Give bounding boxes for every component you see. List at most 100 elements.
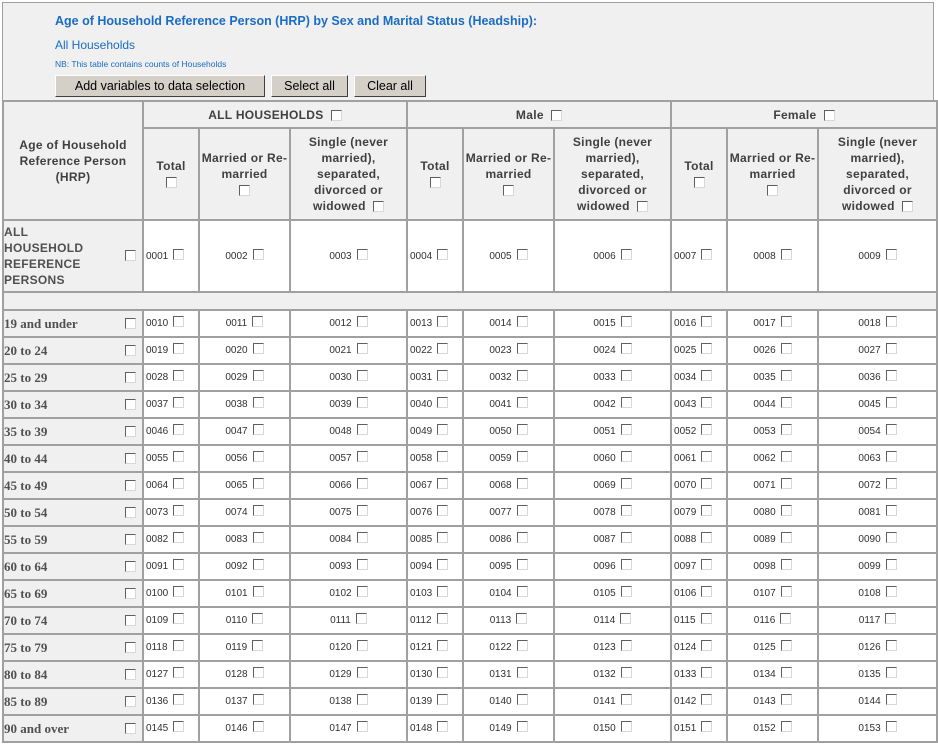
variable-checkbox[interactable]	[620, 559, 632, 571]
row-checkbox[interactable]	[125, 695, 136, 707]
variable-checkbox[interactable]	[173, 316, 185, 328]
row-checkbox[interactable]	[125, 506, 136, 518]
variable-checkbox[interactable]	[173, 343, 185, 355]
variable-checkbox[interactable]	[701, 694, 713, 706]
row-checkbox[interactable]	[125, 614, 136, 626]
variable-checkbox[interactable]	[620, 248, 632, 260]
clear-all-button[interactable]: Clear all	[354, 75, 426, 97]
variable-checkbox[interactable]	[252, 586, 264, 598]
variable-checkbox[interactable]	[172, 640, 184, 652]
select-all-button[interactable]: Select all	[271, 75, 348, 97]
variable-checkbox[interactable]	[173, 248, 185, 260]
column-checkbox[interactable]	[429, 177, 441, 189]
variable-checkbox[interactable]	[620, 424, 632, 436]
variable-checkbox[interactable]	[437, 721, 449, 733]
variable-checkbox[interactable]	[701, 424, 713, 436]
variable-checkbox[interactable]	[516, 248, 528, 260]
row-checkbox[interactable]	[125, 452, 136, 464]
row-checkbox[interactable]	[125, 371, 136, 383]
variable-checkbox[interactable]	[516, 694, 528, 706]
variable-checkbox[interactable]	[356, 586, 368, 598]
variable-checkbox[interactable]	[173, 586, 185, 598]
variable-checkbox[interactable]	[885, 424, 897, 436]
variable-checkbox[interactable]	[252, 424, 264, 436]
variable-checkbox[interactable]	[173, 721, 185, 733]
variable-checkbox[interactable]	[620, 397, 632, 409]
variable-checkbox[interactable]	[701, 370, 713, 382]
variable-checkbox[interactable]	[356, 248, 368, 260]
variable-checkbox[interactable]	[516, 721, 528, 733]
variable-checkbox[interactable]	[436, 613, 448, 625]
variable-checkbox[interactable]	[885, 316, 897, 328]
variable-checkbox[interactable]	[173, 424, 185, 436]
variable-checkbox[interactable]	[701, 343, 713, 355]
variable-checkbox[interactable]	[701, 640, 713, 652]
variable-checkbox[interactable]	[701, 248, 713, 260]
variable-checkbox[interactable]	[356, 478, 368, 490]
variable-checkbox[interactable]	[356, 721, 368, 733]
column-checkbox[interactable]	[637, 201, 649, 213]
variable-checkbox[interactable]	[252, 694, 264, 706]
variable-checkbox[interactable]	[885, 343, 897, 355]
variable-checkbox[interactable]	[437, 559, 449, 571]
variable-checkbox[interactable]	[173, 613, 185, 625]
variable-checkbox[interactable]	[701, 316, 713, 328]
variable-checkbox[interactable]	[252, 478, 264, 490]
variable-checkbox[interactable]	[355, 613, 367, 625]
add-variables-button[interactable]: Add variables to data selection	[55, 75, 265, 97]
variable-checkbox[interactable]	[437, 640, 449, 652]
column-checkbox[interactable]	[767, 185, 779, 197]
variable-checkbox[interactable]	[356, 424, 368, 436]
variable-checkbox[interactable]	[356, 667, 368, 679]
row-checkbox[interactable]	[125, 250, 136, 261]
variable-checkbox[interactable]	[516, 316, 528, 328]
variable-checkbox[interactable]	[701, 667, 713, 679]
variable-checkbox[interactable]	[620, 451, 632, 463]
variable-checkbox[interactable]	[437, 248, 449, 260]
column-checkbox[interactable]	[165, 177, 177, 189]
variable-checkbox[interactable]	[620, 721, 632, 733]
variable-checkbox[interactable]	[780, 667, 792, 679]
variable-checkbox[interactable]	[885, 559, 897, 571]
variable-checkbox[interactable]	[620, 640, 632, 652]
variable-checkbox[interactable]	[620, 667, 632, 679]
variable-checkbox[interactable]	[701, 559, 713, 571]
variable-checkbox[interactable]	[885, 613, 897, 625]
variable-checkbox[interactable]	[356, 316, 368, 328]
variable-checkbox[interactable]	[780, 397, 792, 409]
column-checkbox[interactable]	[503, 185, 514, 197]
variable-checkbox[interactable]	[780, 505, 792, 517]
variable-checkbox[interactable]	[885, 532, 897, 544]
variable-checkbox[interactable]	[885, 451, 897, 463]
variable-checkbox[interactable]	[516, 640, 528, 652]
variable-checkbox[interactable]	[780, 316, 792, 328]
variable-checkbox[interactable]	[780, 721, 792, 733]
variable-checkbox[interactable]	[701, 397, 713, 409]
row-checkbox[interactable]	[125, 641, 136, 653]
variable-checkbox[interactable]	[885, 667, 897, 679]
variable-checkbox[interactable]	[252, 721, 264, 733]
variable-checkbox[interactable]	[701, 532, 713, 544]
variable-checkbox[interactable]	[516, 586, 528, 598]
variable-checkbox[interactable]	[885, 586, 897, 598]
variable-checkbox[interactable]	[701, 451, 713, 463]
variable-checkbox[interactable]	[356, 505, 368, 517]
variable-checkbox[interactable]	[620, 532, 632, 544]
row-checkbox[interactable]	[125, 533, 136, 545]
variable-checkbox[interactable]	[437, 370, 449, 382]
variable-checkbox[interactable]	[780, 613, 792, 625]
row-checkbox[interactable]	[125, 425, 136, 437]
variable-checkbox[interactable]	[885, 248, 897, 260]
variable-checkbox[interactable]	[356, 559, 368, 571]
column-checkbox[interactable]	[902, 201, 914, 213]
variable-checkbox[interactable]	[885, 478, 897, 490]
variable-checkbox[interactable]	[780, 559, 792, 571]
variable-checkbox[interactable]	[173, 694, 185, 706]
variable-checkbox[interactable]	[780, 640, 792, 652]
variable-checkbox[interactable]	[780, 451, 792, 463]
variable-checkbox[interactable]	[620, 370, 632, 382]
variable-checkbox[interactable]	[885, 397, 897, 409]
variable-checkbox[interactable]	[885, 640, 897, 652]
variable-checkbox[interactable]	[173, 451, 185, 463]
row-checkbox[interactable]	[125, 722, 136, 734]
